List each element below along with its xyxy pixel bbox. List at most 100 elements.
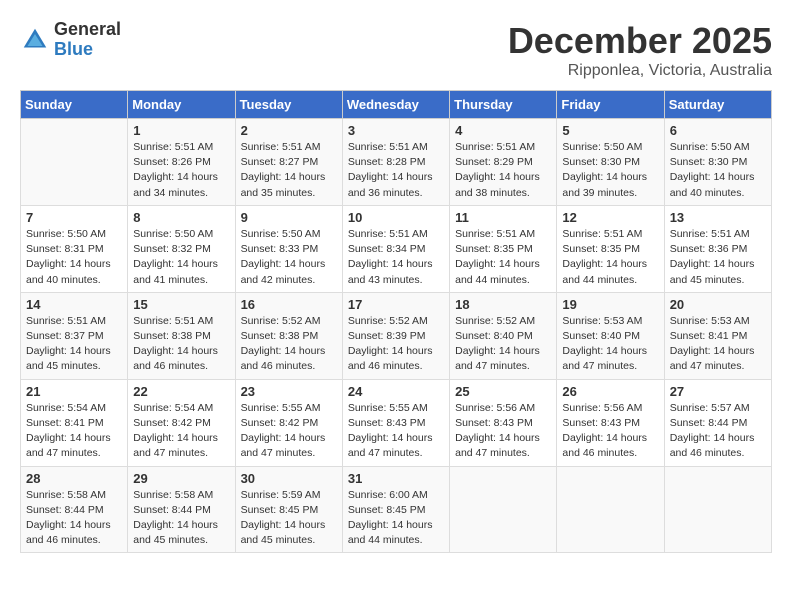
cell-w2d2: 8 Sunrise: 5:50 AM Sunset: 8:32 PM Daylig… — [128, 205, 235, 292]
header-saturday: Saturday — [664, 91, 771, 119]
cell-info: Sunrise: 5:51 AM Sunset: 8:34 PM Dayligh… — [348, 227, 444, 288]
header-sunday: Sunday — [21, 91, 128, 119]
cell-w3d4: 17 Sunrise: 5:52 AM Sunset: 8:39 PM Dayli… — [342, 292, 449, 379]
day-number: 4 — [455, 123, 551, 138]
cell-info: Sunrise: 5:58 AM Sunset: 8:44 PM Dayligh… — [26, 488, 122, 549]
header-friday: Friday — [557, 91, 664, 119]
cell-w3d1: 14 Sunrise: 5:51 AM Sunset: 8:37 PM Dayli… — [21, 292, 128, 379]
cell-info: Sunrise: 5:57 AM Sunset: 8:44 PM Dayligh… — [670, 401, 766, 462]
cell-w3d2: 15 Sunrise: 5:51 AM Sunset: 8:38 PM Dayli… — [128, 292, 235, 379]
cell-info: Sunrise: 5:51 AM Sunset: 8:27 PM Dayligh… — [241, 140, 337, 201]
cell-w4d4: 24Sunrise: 5:55 AM Sunset: 8:43 PM Dayli… — [342, 379, 449, 466]
cell-info: Sunrise: 5:51 AM Sunset: 8:29 PM Dayligh… — [455, 140, 551, 201]
day-number: 28 — [26, 471, 122, 486]
cell-info: Sunrise: 5:55 AM Sunset: 8:42 PM Dayligh… — [241, 401, 337, 462]
day-number: 31 — [348, 471, 444, 486]
cell-w3d7: 20 Sunrise: 5:53 AM Sunset: 8:41 PM Dayli… — [664, 292, 771, 379]
cell-info: Sunrise: 5:56 AM Sunset: 8:43 PM Dayligh… — [455, 401, 551, 462]
day-number: 25 — [455, 384, 551, 399]
cell-info: Sunrise: 5:50 AM Sunset: 8:33 PM Dayligh… — [241, 227, 337, 288]
day-number: 14 — [26, 297, 122, 312]
location-subtitle: Ripponlea, Victoria, Australia — [508, 62, 772, 80]
header-wednesday: Wednesday — [342, 91, 449, 119]
day-number: 16 — [241, 297, 337, 312]
cell-w2d5: 11 Sunrise: 5:51 AM Sunset: 8:35 PM Dayli… — [450, 205, 557, 292]
cell-info: Sunrise: 5:50 AM Sunset: 8:30 PM Dayligh… — [562, 140, 658, 201]
week-row-3: 14 Sunrise: 5:51 AM Sunset: 8:37 PM Dayli… — [21, 292, 772, 379]
day-number: 7 — [26, 210, 122, 225]
cell-w1d6: 5 Sunrise: 5:50 AM Sunset: 8:30 PM Daylig… — [557, 119, 664, 206]
header-tuesday: Tuesday — [235, 91, 342, 119]
day-number: 24 — [348, 384, 444, 399]
day-number: 26 — [562, 384, 658, 399]
cell-w4d7: 27Sunrise: 5:57 AM Sunset: 8:44 PM Dayli… — [664, 379, 771, 466]
day-number: 6 — [670, 123, 766, 138]
cell-info: Sunrise: 5:51 AM Sunset: 8:37 PM Dayligh… — [26, 314, 122, 375]
cell-w1d7: 6Sunrise: 5:50 AM Sunset: 8:30 PM Daylig… — [664, 119, 771, 206]
cell-w1d2: 1 Sunrise: 5:51 AM Sunset: 8:26 PM Daylig… — [128, 119, 235, 206]
logo-line1: General — [54, 20, 121, 40]
day-number: 17 — [348, 297, 444, 312]
cell-info: Sunrise: 5:51 AM Sunset: 8:26 PM Dayligh… — [133, 140, 229, 201]
day-number: 9 — [241, 210, 337, 225]
day-number: 12 — [562, 210, 658, 225]
day-number: 20 — [670, 297, 766, 312]
day-number: 11 — [455, 210, 551, 225]
page-header: General Blue December 2025 Ripponlea, Vi… — [20, 20, 772, 80]
cell-w1d5: 4 Sunrise: 5:51 AM Sunset: 8:29 PM Daylig… — [450, 119, 557, 206]
cell-w2d1: 7 Sunrise: 5:50 AM Sunset: 8:31 PM Daylig… — [21, 205, 128, 292]
cell-info: Sunrise: 5:51 AM Sunset: 8:35 PM Dayligh… — [455, 227, 551, 288]
cell-w2d3: 9 Sunrise: 5:50 AM Sunset: 8:33 PM Daylig… — [235, 205, 342, 292]
day-number: 1 — [133, 123, 229, 138]
day-number: 5 — [562, 123, 658, 138]
cell-info: Sunrise: 5:51 AM Sunset: 8:36 PM Dayligh… — [670, 227, 766, 288]
cell-w3d3: 16 Sunrise: 5:52 AM Sunset: 8:38 PM Dayli… — [235, 292, 342, 379]
cell-w2d6: 12 Sunrise: 5:51 AM Sunset: 8:35 PM Dayli… — [557, 205, 664, 292]
cell-w5d6 — [557, 466, 664, 553]
cell-info: Sunrise: 5:59 AM Sunset: 8:45 PM Dayligh… — [241, 488, 337, 549]
cell-info: Sunrise: 5:52 AM Sunset: 8:38 PM Dayligh… — [241, 314, 337, 375]
cell-info: Sunrise: 5:51 AM Sunset: 8:35 PM Dayligh… — [562, 227, 658, 288]
day-number: 30 — [241, 471, 337, 486]
week-row-1: 1 Sunrise: 5:51 AM Sunset: 8:26 PM Daylig… — [21, 119, 772, 206]
cell-w4d1: 21 Sunrise: 5:54 AM Sunset: 8:41 PM Dayli… — [21, 379, 128, 466]
cell-w1d3: 2 Sunrise: 5:51 AM Sunset: 8:27 PM Daylig… — [235, 119, 342, 206]
calendar-header: SundayMondayTuesdayWednesdayThursdayFrid… — [21, 91, 772, 119]
day-number: 13 — [670, 210, 766, 225]
title-block: December 2025 Ripponlea, Victoria, Austr… — [508, 20, 772, 80]
cell-info: Sunrise: 5:51 AM Sunset: 8:28 PM Dayligh… — [348, 140, 444, 201]
cell-info: Sunrise: 5:51 AM Sunset: 8:38 PM Dayligh… — [133, 314, 229, 375]
cell-info: Sunrise: 5:54 AM Sunset: 8:42 PM Dayligh… — [133, 401, 229, 462]
cell-w2d4: 10 Sunrise: 5:51 AM Sunset: 8:34 PM Dayli… — [342, 205, 449, 292]
cell-info: Sunrise: 5:54 AM Sunset: 8:41 PM Dayligh… — [26, 401, 122, 462]
cell-w5d2: 29Sunrise: 5:58 AM Sunset: 8:44 PM Dayli… — [128, 466, 235, 553]
day-number: 10 — [348, 210, 444, 225]
week-row-5: 28 Sunrise: 5:58 AM Sunset: 8:44 PM Dayli… — [21, 466, 772, 553]
day-number: 19 — [562, 297, 658, 312]
cell-info: Sunrise: 5:53 AM Sunset: 8:40 PM Dayligh… — [562, 314, 658, 375]
day-number: 29 — [133, 471, 229, 486]
logo-icon — [20, 25, 50, 55]
day-number: 21 — [26, 384, 122, 399]
cell-info: Sunrise: 5:52 AM Sunset: 8:40 PM Dayligh… — [455, 314, 551, 375]
cell-info: Sunrise: 6:00 AM Sunset: 8:45 PM Dayligh… — [348, 488, 444, 549]
logo-line2: Blue — [54, 40, 121, 60]
cell-info: Sunrise: 5:52 AM Sunset: 8:39 PM Dayligh… — [348, 314, 444, 375]
week-row-4: 21 Sunrise: 5:54 AM Sunset: 8:41 PM Dayli… — [21, 379, 772, 466]
day-number: 2 — [241, 123, 337, 138]
cell-info: Sunrise: 5:50 AM Sunset: 8:31 PM Dayligh… — [26, 227, 122, 288]
cell-w4d5: 25 Sunrise: 5:56 AM Sunset: 8:43 PM Dayli… — [450, 379, 557, 466]
calendar-table: SundayMondayTuesdayWednesdayThursdayFrid… — [20, 90, 772, 553]
header-monday: Monday — [128, 91, 235, 119]
cell-w3d6: 19 Sunrise: 5:53 AM Sunset: 8:40 PM Dayli… — [557, 292, 664, 379]
day-number: 8 — [133, 210, 229, 225]
cell-w2d7: 13 Sunrise: 5:51 AM Sunset: 8:36 PM Dayli… — [664, 205, 771, 292]
cell-info: Sunrise: 5:53 AM Sunset: 8:41 PM Dayligh… — [670, 314, 766, 375]
day-number: 15 — [133, 297, 229, 312]
header-thursday: Thursday — [450, 91, 557, 119]
cell-w3d5: 18Sunrise: 5:52 AM Sunset: 8:40 PM Dayli… — [450, 292, 557, 379]
cell-info: Sunrise: 5:50 AM Sunset: 8:32 PM Dayligh… — [133, 227, 229, 288]
cell-w5d7 — [664, 466, 771, 553]
day-number: 3 — [348, 123, 444, 138]
cell-w5d1: 28 Sunrise: 5:58 AM Sunset: 8:44 PM Dayli… — [21, 466, 128, 553]
